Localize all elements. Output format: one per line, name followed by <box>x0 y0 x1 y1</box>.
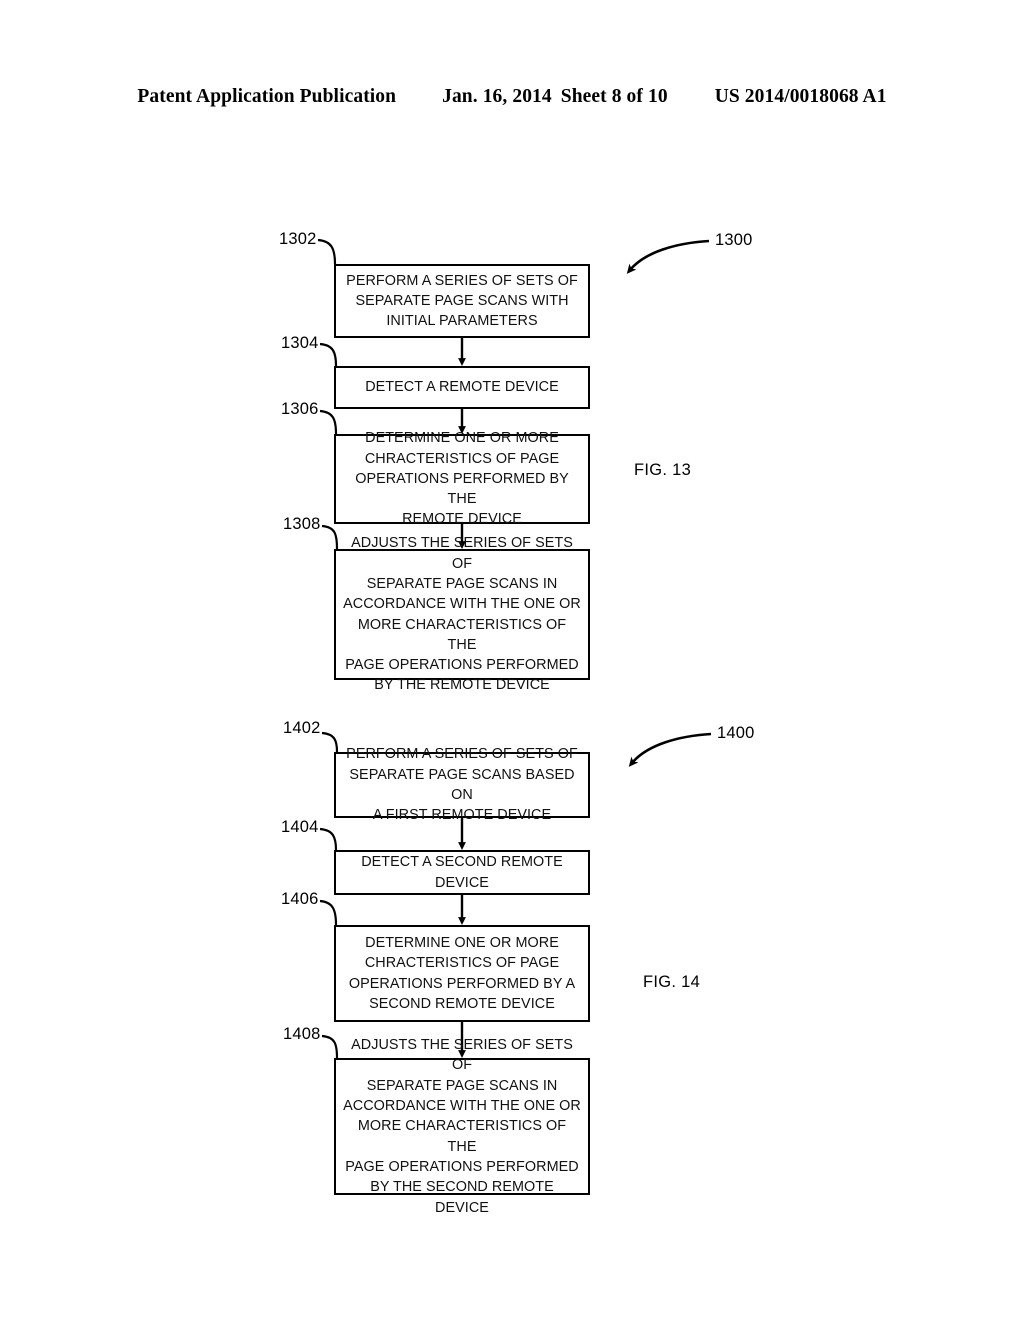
flow-step-1306-text: DETERMINE ONE OR MORE CHRACTERISTICS OF … <box>355 430 569 528</box>
ref-numeral-1404: 1404 <box>281 818 319 836</box>
leader-1308 <box>321 524 339 550</box>
leader-1304 <box>319 342 338 367</box>
flow-step-1402: PERFORM A SERIES OF SETS OF SEPARATE PAG… <box>334 746 590 823</box>
flow-step-1304-text: DETECT A REMOTE DEVICE <box>365 379 559 396</box>
ref-numeral-1300: 1300 <box>715 231 753 249</box>
flow-step-1406-text: DETERMINE ONE OR MORE CHRACTERISTICS OF … <box>348 934 576 1012</box>
ref-numeral-1302: 1302 <box>279 230 317 248</box>
ref-numeral-1408: 1408 <box>283 1025 321 1043</box>
leader-1406 <box>319 899 338 926</box>
flow-step-1408: ADJUSTS THE SERIES OF SETS OF SEPARATE P… <box>334 1037 590 1216</box>
flow-step-1302: PERFORM A SERIES OF SETS OF SEPARATE PAG… <box>334 264 590 338</box>
flow-step-1406: DETERMINE ONE OR MORE CHRACTERISTICS OF … <box>334 925 590 1022</box>
leader-1404 <box>319 827 338 851</box>
flow-step-1306: DETERMINE ONE OR MORE CHRACTERISTICS OF … <box>334 430 590 527</box>
ref-numeral-1400: 1400 <box>717 724 755 742</box>
leader-1408 <box>321 1034 339 1059</box>
flow-step-1304: DETECT A REMOTE DEVICE <box>334 366 590 409</box>
leader-1402 <box>321 731 339 753</box>
ref-numeral-1402: 1402 <box>283 719 321 737</box>
flow-step-1402-text: PERFORM A SERIES OF SETS OF SEPARATE PAG… <box>346 746 578 824</box>
drawing-sheet: 1302 PERFORM A SERIES OF SETS OF SEPARAT… <box>0 0 1024 1320</box>
figure-caption-13: FIG. 13 <box>634 461 692 479</box>
callout-arrow-1400 <box>628 732 712 767</box>
ref-numeral-1306: 1306 <box>281 400 319 418</box>
ref-numeral-1406: 1406 <box>281 890 319 908</box>
flow-step-1404-text: DETECT A SECOND REMOTE DEVICE <box>361 854 563 891</box>
flow-step-1302-text: PERFORM A SERIES OF SETS OF SEPARATE PAG… <box>346 272 578 330</box>
leader-1302 <box>317 238 337 265</box>
flow-step-1404: DETECT A SECOND REMOTE DEVICE <box>334 850 590 895</box>
flow-step-1308: ADJUSTS THE SERIES OF SETS OF SEPARATE P… <box>334 535 590 693</box>
flow-step-1408-text: ADJUSTS THE SERIES OF SETS OF SEPARATE P… <box>343 1037 581 1216</box>
ref-numeral-1308: 1308 <box>283 515 321 533</box>
leader-1306 <box>319 409 338 435</box>
figure-caption-14: FIG. 14 <box>643 973 701 991</box>
ref-numeral-1304: 1304 <box>281 334 319 352</box>
flow-step-1308-text: ADJUSTS THE SERIES OF SETS OF SEPARATE P… <box>343 535 581 694</box>
callout-arrow-1300 <box>626 239 710 274</box>
